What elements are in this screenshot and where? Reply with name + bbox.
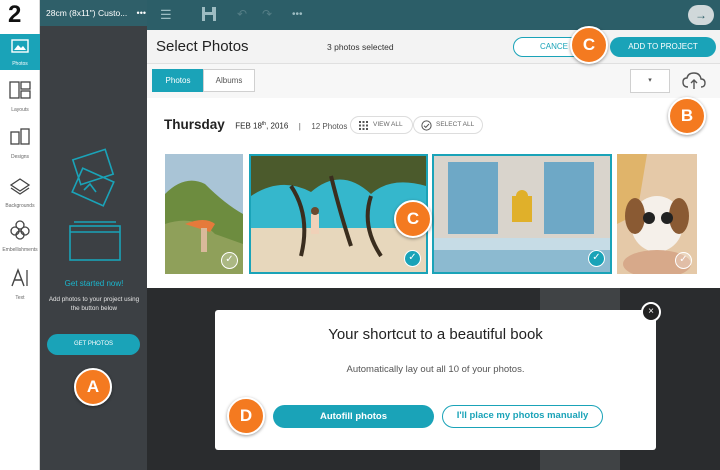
rail-label: Text bbox=[15, 295, 25, 301]
group-date-year: , 2016 bbox=[266, 122, 289, 131]
photo-tile-temple-doors[interactable]: ✓ bbox=[432, 154, 612, 274]
save-icon[interactable] bbox=[201, 6, 217, 22]
date-group-header: Thursday FEB 18th, 2016 | 12 Photos bbox=[164, 116, 347, 134]
project-title-text: 28cm (8x11") Custo... bbox=[46, 8, 128, 18]
shortcut-title: Your shortcut to a beautiful book bbox=[328, 326, 543, 343]
rail-label: Designs bbox=[10, 154, 30, 160]
chevron-down-icon: ▾ bbox=[648, 77, 652, 84]
group-separator: | bbox=[298, 122, 301, 131]
more-dots-icon[interactable]: ••• bbox=[137, 0, 146, 26]
modal-title: Select Photos bbox=[156, 38, 249, 55]
rail-designs[interactable]: Designs bbox=[0, 127, 40, 161]
group-day: Thursday bbox=[164, 117, 225, 132]
tab-photos[interactable]: Photos bbox=[152, 69, 204, 92]
tab-albums[interactable]: Albums bbox=[203, 69, 255, 92]
marker-c-cancel: C bbox=[570, 26, 608, 64]
shortcut-dialog: Your shortcut to a beautiful book Automa… bbox=[215, 310, 656, 450]
view-all-label: VIEW ALL bbox=[373, 121, 403, 128]
marker-b: B bbox=[668, 97, 706, 135]
photo-tile-dog-sunglasses[interactable]: ✓ bbox=[617, 154, 697, 274]
check-circle-icon bbox=[421, 120, 432, 131]
rail-embellishments[interactable]: Embellishments bbox=[0, 220, 40, 254]
upload-cloud-icon[interactable] bbox=[681, 70, 707, 92]
checkmark-icon[interactable]: ✓ bbox=[404, 250, 421, 267]
select-photos-modal: Select Photos 3 photos selected CANCE AD… bbox=[147, 30, 720, 288]
panel-text: Add photos to your project using the but… bbox=[48, 296, 140, 312]
rail-photos[interactable]: Photos bbox=[0, 34, 40, 70]
checkmark-icon[interactable]: ✓ bbox=[221, 252, 238, 269]
rail-layouts[interactable]: Layouts bbox=[0, 80, 40, 114]
more-icon[interactable]: ••• bbox=[292, 9, 303, 20]
project-title[interactable]: 28cm (8x11") Custo... ••• bbox=[40, 0, 150, 26]
marker-d: D bbox=[227, 397, 265, 435]
autofill-photos-button[interactable]: Autofill photos bbox=[273, 405, 434, 428]
shortcut-subtitle: Automatically lay out all 10 of your pho… bbox=[346, 364, 525, 375]
undo-icon[interactable]: ↶ bbox=[237, 7, 247, 21]
photo-temple-doors bbox=[434, 156, 610, 272]
close-icon[interactable]: × bbox=[641, 302, 661, 322]
get-photos-button[interactable]: GET PHOTOS bbox=[47, 334, 140, 355]
layouts-icon bbox=[9, 81, 31, 99]
select-all-label: SELECT ALL bbox=[436, 121, 475, 128]
group-date-main: FEB 18 bbox=[235, 122, 262, 131]
marker-c-photo: C bbox=[394, 200, 432, 238]
rail-label: Layouts bbox=[11, 107, 29, 113]
tool-rail: Photos Layouts Designs Backgrounds Embel… bbox=[0, 0, 40, 470]
next-arrow-icon[interactable]: → bbox=[688, 5, 714, 25]
panel-heading: Get started now! bbox=[64, 279, 124, 288]
rail-label: Photos bbox=[12, 61, 28, 67]
text-icon bbox=[11, 268, 28, 287]
selected-count: 3 photos selected bbox=[327, 42, 394, 52]
group-date: FEB 18th, 2016 bbox=[235, 121, 288, 131]
sort-dropdown[interactable]: ▾ bbox=[630, 69, 670, 93]
checkmark-icon[interactable]: ✓ bbox=[675, 252, 692, 269]
add-to-project-button[interactable]: ADD TO PROJECT bbox=[610, 37, 716, 57]
place-manually-button[interactable]: I'll place my photos manually bbox=[442, 405, 603, 428]
modal-header: Select Photos 3 photos selected CANCE AD… bbox=[147, 30, 720, 64]
rail-label: Backgrounds bbox=[5, 203, 35, 209]
top-toolbar: ☰ ↶ ↷ ••• → bbox=[147, 0, 720, 30]
photos-illustration bbox=[69, 148, 121, 261]
view-all-button[interactable]: VIEW ALL bbox=[350, 116, 413, 134]
grid-icon bbox=[359, 121, 368, 130]
designs-icon bbox=[10, 128, 30, 145]
marker-a: A bbox=[74, 368, 112, 406]
group-photo-count: 12 Photos bbox=[311, 122, 348, 131]
photo-tile-cliff-hiker[interactable]: ✓ bbox=[165, 154, 243, 274]
tabs-bar: Photos Albums ▾ bbox=[147, 64, 720, 98]
select-all-button[interactable]: SELECT ALL bbox=[413, 116, 483, 134]
rail-label: Embellishments bbox=[2, 247, 38, 253]
rail-backgrounds[interactable]: Backgrounds bbox=[0, 176, 40, 210]
embellishments-icon bbox=[10, 220, 30, 240]
photos-icon bbox=[11, 39, 29, 53]
rail-text[interactable]: Text bbox=[0, 268, 40, 302]
checkmark-icon[interactable]: ✓ bbox=[588, 250, 605, 267]
redo-icon[interactable]: ↷ bbox=[262, 7, 272, 21]
backgrounds-icon bbox=[9, 178, 31, 195]
menu-icon[interactable]: ☰ bbox=[160, 7, 172, 23]
